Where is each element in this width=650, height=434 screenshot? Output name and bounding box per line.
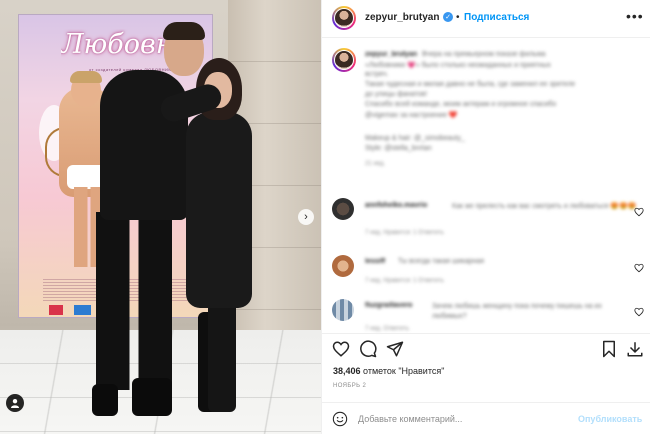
post-date: НОЯБРЬ 2 [333,383,367,389]
comment-like-button[interactable] [634,304,644,317]
more-options-button[interactable]: ••• [626,8,644,24]
download-icon [627,342,643,357]
comment-text: Ты всегда такая шикарная [398,258,485,265]
add-comment-bar: Опубликовать [322,402,650,434]
post-actions [322,333,650,363]
heart-icon [634,263,644,273]
like-button[interactable] [332,340,350,358]
publish-button[interactable]: Опубликовать [578,414,642,424]
next-image-button[interactable]: › [298,209,314,225]
man-figure [96,212,172,390]
tagged-users-button[interactable] [6,394,24,412]
comment-input[interactable] [358,410,568,428]
header-username[interactable]: zepyur_brutyan [365,12,439,23]
download-button[interactable] [626,340,644,358]
verified-badge-icon: ✓ [443,12,453,22]
caption-time: 21 нед. [365,161,386,167]
post-media[interactable]: Любовни от создателей комедии ЛЮБОВНИКИ … [0,0,321,434]
chevron-right-icon: › [304,211,308,223]
comment-text: Зачем любишь женщину пока почему пишешь … [432,303,602,320]
heart-icon [634,207,644,217]
share-button[interactable] [386,340,404,358]
comment-username[interactable]: lessiff [365,258,385,265]
comment-text: Как же прелесть как вас смотреть и любов… [452,203,637,210]
caption-avatar[interactable] [332,48,356,72]
avatar[interactable] [332,198,354,220]
comment-meta: 7 нед. Нравится: 1 Ответить [365,278,444,284]
likes-count[interactable]: 38,406 отметок "Нравится" [333,366,444,376]
comment-bubble-icon [360,340,377,358]
heart-icon [634,307,644,317]
bookmark-icon [603,340,615,358]
post-header: zepyur_brutyan ✓ • Подписаться ••• [322,0,650,38]
comment-like-button[interactable] [634,260,644,273]
comment-meta: 7 нед. Нравится: 1 Ответить [365,230,444,236]
header-separator: • [456,12,460,23]
avatar[interactable] [332,255,354,277]
emoji-button[interactable] [332,411,348,427]
caption-username[interactable]: zepyur_brutyan [365,51,417,58]
follow-button[interactable]: Подписаться [464,12,529,23]
comment-username[interactable]: fluzgraillavero [365,302,412,309]
heart-icon [332,341,350,357]
paper-plane-icon [386,341,404,357]
save-button[interactable] [600,340,618,358]
avatar[interactable] [332,6,356,30]
smiley-icon [332,411,348,427]
person-icon [11,399,19,408]
post-photo: Любовни от создателей комедии ЛЮБОВНИКИ [0,0,321,434]
comment-meta: 7 нед. Ответить [365,326,410,332]
comment-like-button[interactable] [634,204,644,217]
woman-figure [186,112,252,308]
caption-and-comments[interactable]: zepyur_brutyan Вчера на премьерном показ… [322,38,650,333]
post-sidebar: zepyur_brutyan ✓ • Подписаться ••• zepyu… [321,0,650,434]
avatar[interactable] [332,299,354,321]
comment-button[interactable] [359,340,377,358]
comment-username[interactable]: annfoheiko.mavrio [365,202,427,209]
